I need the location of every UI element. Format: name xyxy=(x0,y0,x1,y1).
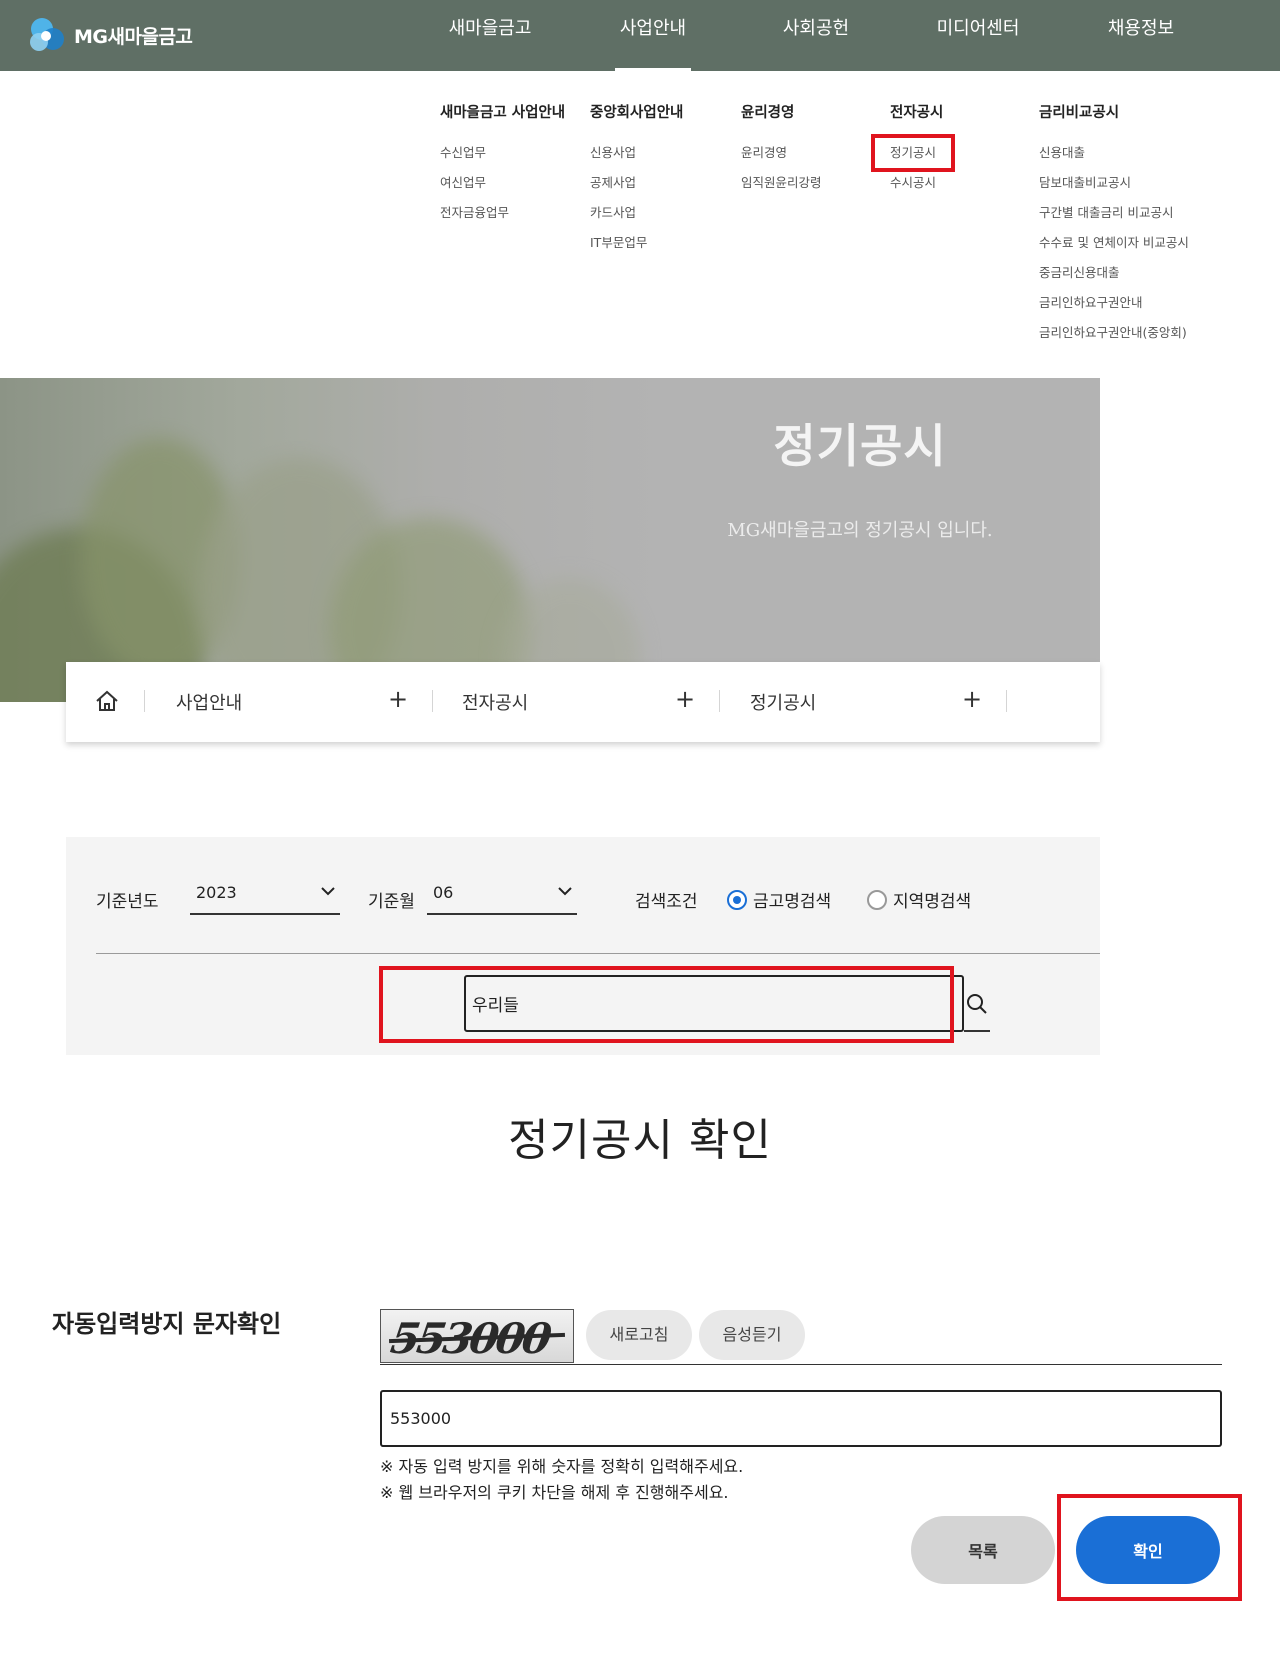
menu-item-interval-rate[interactable]: 구간별 대출금리 비교공시 xyxy=(1039,204,1189,234)
nav-item-media[interactable]: 미디어센터 xyxy=(918,0,1038,71)
menu-item-credit[interactable]: 신용사업 xyxy=(590,144,683,174)
breadcrumb-level-1[interactable]: 사업안내 xyxy=(176,689,242,715)
chevron-down-icon xyxy=(321,887,335,896)
plus-icon[interactable]: + xyxy=(388,684,408,714)
menu-item-mid-rate[interactable]: 중금리신용대출 xyxy=(1039,264,1189,294)
menu-item-it[interactable]: IT부문업무 xyxy=(590,234,683,264)
highlight-regular-disclosure xyxy=(871,134,955,172)
search-divider xyxy=(96,953,1100,954)
radio-unselected-icon xyxy=(867,889,887,910)
search-condition-label: 검색조건 xyxy=(635,892,698,912)
radio-selected-icon xyxy=(727,889,747,910)
mega-column-title[interactable]: 새마을금고 사업안내 xyxy=(440,101,565,122)
mega-column-title[interactable]: 전자공시 xyxy=(890,101,943,122)
menu-item-rate-cut-right[interactable]: 금리인하요구권안내 xyxy=(1039,294,1189,324)
menu-item-ethics[interactable]: 윤리경영 xyxy=(741,144,822,174)
cookie-note: ※ 웹 브라우저의 쿠키 차단을 해제 후 진행해주세요. xyxy=(380,1483,729,1502)
breadcrumb-divider xyxy=(1006,690,1007,712)
menu-item-deposit[interactable]: 수신업무 xyxy=(440,144,565,174)
year-select-value: 2023 xyxy=(196,883,237,902)
menu-item-insurance[interactable]: 공제사업 xyxy=(590,174,683,204)
mega-column-rate-compare: 금리비교공시 신용대출 담보대출비교공시 구간별 대출금리 비교공시 수수료 및… xyxy=(1039,101,1189,354)
breadcrumb-divider xyxy=(432,690,433,712)
radio-name-search[interactable]: 금고명검색 xyxy=(727,887,831,912)
visual-banner: 정기공시 MG새마을금고의 정기공시 입니다. xyxy=(0,378,1100,702)
nav-item-social[interactable]: 사회공헌 xyxy=(756,0,876,71)
breadcrumb-level-2[interactable]: 전자공시 xyxy=(462,689,528,715)
menu-item-credit-loan[interactable]: 신용대출 xyxy=(1039,144,1189,174)
breadcrumb-divider xyxy=(144,690,145,712)
mg-logo-icon xyxy=(30,18,64,51)
breadcrumb-divider xyxy=(719,690,720,712)
month-select[interactable]: 06 xyxy=(427,875,577,915)
menu-item-secured-loan[interactable]: 담보대출비교공시 xyxy=(1039,174,1189,204)
highlight-confirm-button xyxy=(1057,1494,1242,1601)
nav-item-mg-saemaeul[interactable]: 새마을금고 xyxy=(430,0,550,71)
year-select[interactable]: 2023 xyxy=(190,875,340,915)
mega-column-title[interactable]: 중앙회사업안내 xyxy=(590,101,683,122)
logo-text: MG새마을금고 xyxy=(74,25,193,48)
menu-item-ethics-code[interactable]: 임직원윤리강령 xyxy=(741,174,822,204)
menu-item-rate-cut-right-central[interactable]: 금리인하요구권안내(중앙회) xyxy=(1039,324,1189,354)
audio-button[interactable]: 음성듣기 xyxy=(699,1310,805,1360)
menu-item-loan[interactable]: 여신업무 xyxy=(440,174,565,204)
mega-column-title[interactable]: 윤리경영 xyxy=(741,101,822,122)
mega-column-central: 중앙회사업안내 신용사업 공제사업 카드사업 IT부문업무 xyxy=(590,101,683,264)
captcha-divider xyxy=(380,1364,1222,1365)
mega-column-business-guide: 새마을금고 사업안내 수신업무 여신업무 전자금융업무 xyxy=(440,101,565,234)
radio-region-search-label: 지역명검색 xyxy=(893,892,972,912)
captcha-image: 553000 xyxy=(380,1309,574,1363)
top-navigation-bar: MG새마을금고 새마을금고 사업안내 사회공헌 미디어센터 채용정보 xyxy=(0,0,1280,71)
radio-name-search-label: 금고명검색 xyxy=(753,892,832,912)
nav-item-business[interactable]: 사업안내 xyxy=(593,0,713,71)
captcha-label: 자동입력방지 문자확인 xyxy=(52,1310,282,1338)
list-button[interactable]: 목록 xyxy=(911,1516,1055,1584)
menu-item-ebanking[interactable]: 전자금융업무 xyxy=(440,204,565,234)
menu-item-fees[interactable]: 수수료 및 연체이자 비교공시 xyxy=(1039,234,1189,264)
year-label: 기준년도 xyxy=(96,892,159,912)
radio-region-search[interactable]: 지역명검색 xyxy=(867,887,971,912)
mega-menu: 새마을금고 사업안내 수신업무 여신업무 전자금융업무 중앙회사업안내 신용사업… xyxy=(0,71,1280,378)
menu-item-card[interactable]: 카드사업 xyxy=(590,204,683,234)
nav-item-recruit[interactable]: 채용정보 xyxy=(1081,0,1201,71)
breadcrumb: 사업안내 + 전자공시 + 정기공시 + xyxy=(66,662,1100,742)
captcha-note: ※ 자동 입력 방지를 위해 숫자를 정확히 입력해주세요. xyxy=(380,1457,744,1476)
menu-item-occasional-disclosure[interactable]: 수시공시 xyxy=(890,174,943,204)
mega-column-ethics: 윤리경영 윤리경영 임직원윤리강령 xyxy=(741,101,822,204)
mega-column-title[interactable]: 금리비교공시 xyxy=(1039,101,1189,122)
home-icon[interactable] xyxy=(94,688,120,714)
mg-logo[interactable]: MG새마을금고 xyxy=(26,10,193,60)
search-icon xyxy=(967,994,987,1014)
month-label: 기준월 xyxy=(368,892,415,912)
banner-title: 정기공시 xyxy=(773,419,947,473)
highlight-search-input xyxy=(379,966,954,1043)
refresh-button[interactable]: 새로고침 xyxy=(586,1310,692,1360)
chevron-down-icon xyxy=(558,887,572,896)
banner-subtitle: MG새마을금고의 정기공시 입니다. xyxy=(727,520,993,541)
month-select-value: 06 xyxy=(433,883,454,902)
confirm-title: 정기공시 확인 xyxy=(508,1115,772,1166)
plus-icon[interactable]: + xyxy=(962,684,982,714)
plus-icon[interactable]: + xyxy=(675,684,695,714)
breadcrumb-level-3[interactable]: 정기공시 xyxy=(750,689,816,715)
search-button[interactable] xyxy=(964,975,990,1032)
captcha-input[interactable] xyxy=(380,1390,1222,1447)
